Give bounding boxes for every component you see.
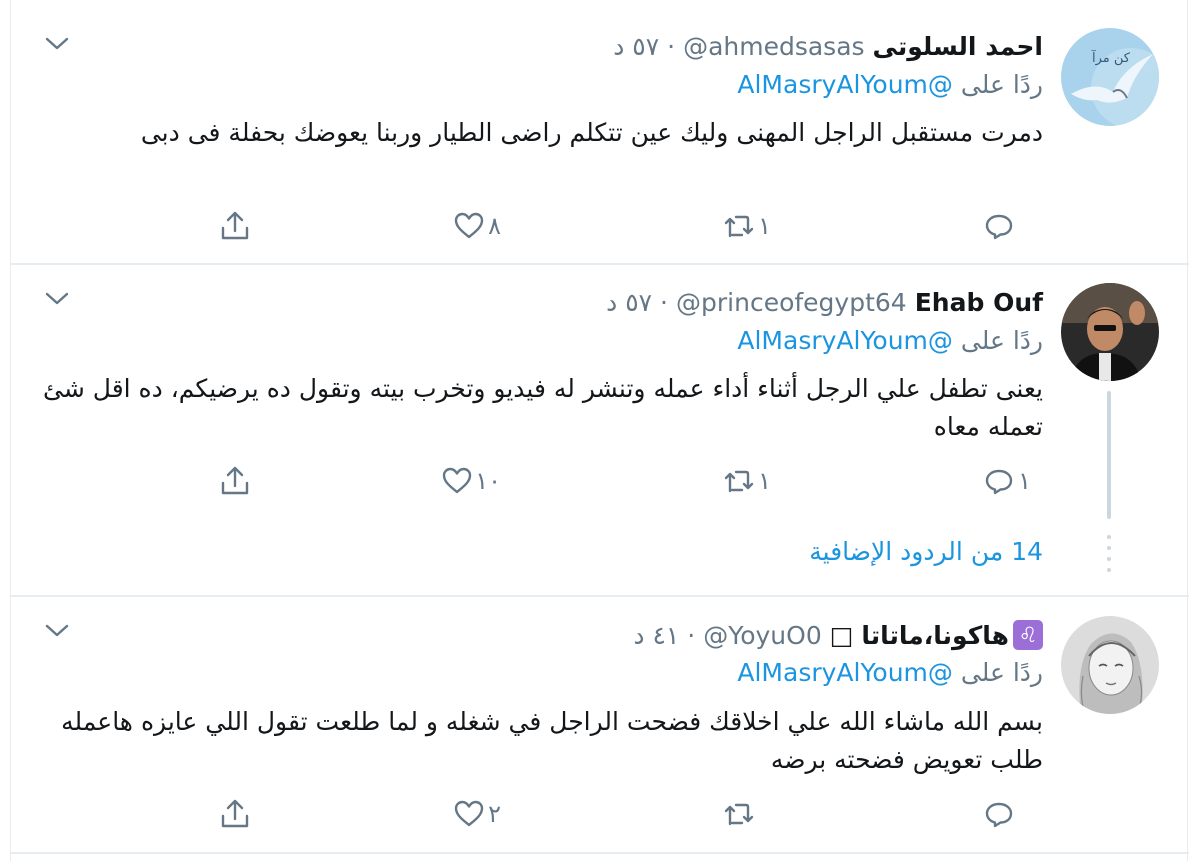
share-icon (221, 799, 249, 828)
tweet-text: بسم الله ماشاء الله علي اخلاقك فضحت الرا… (61, 707, 1043, 774)
avatar[interactable]: كن مرآ (1061, 28, 1159, 126)
reply-prefix: ردًا على (960, 70, 1043, 99)
share-button[interactable] (217, 461, 253, 501)
caret-down-icon[interactable] (41, 615, 73, 647)
retweet-count: ١ (758, 467, 771, 495)
tweet-header: احمد السلوتى @ahmedsasas · ٥٧ د (613, 26, 1043, 66)
display-name[interactable]: Ehab Ouf (915, 288, 1043, 317)
tweet-header: Ehab Ouf @princeofegypt64 · ٥٧ د (606, 282, 1043, 322)
avatar-logo-text: كن مرآ (1091, 49, 1131, 66)
reply-mention-link[interactable]: @AlMasryAlYoum (737, 326, 953, 355)
tweet-text: يعنى تطفل علي الرجل أثناء أداء عمله وتنش… (43, 374, 1043, 441)
reply-button[interactable] (981, 794, 1043, 834)
display-name[interactable]: هاكونا،ماتاتا (861, 621, 1009, 650)
retweet-button[interactable]: ١ (721, 206, 783, 246)
action-bar: ٢ (183, 794, 1043, 834)
retweet-count: ١ (758, 212, 771, 240)
reply-icon (985, 469, 1013, 495)
like-icon (443, 467, 472, 494)
like-count: ١٠ (475, 467, 501, 495)
reply-mention-link[interactable]: @AlMasryAlYoum (737, 70, 953, 99)
avatar[interactable] (1061, 616, 1159, 714)
share-button[interactable] (217, 206, 253, 246)
reply-prefix: ردًا على (960, 658, 1043, 687)
tweet-3[interactable]: ♌ هاكونا،ماتاتا □ @YoyuO0 · ٤١ د ردًا عل… (11, 597, 1189, 861)
reply-count: ١ (1018, 467, 1031, 495)
reply-prefix: ردًا على (960, 326, 1043, 355)
avatar-sketch-image (1061, 616, 1159, 714)
reply-icon (985, 802, 1013, 828)
timestamp[interactable]: · ٤١ د (633, 621, 695, 650)
share-icon (221, 466, 249, 495)
caret-down-icon[interactable] (41, 283, 73, 315)
timestamp[interactable]: · ٥٧ د (606, 288, 668, 317)
reply-mention-link[interactable]: @AlMasryAlYoum (737, 658, 953, 687)
reply-button[interactable] (981, 206, 1043, 246)
like-icon (454, 800, 484, 827)
thread-dots (1107, 535, 1111, 579)
replying-to: ردًا على @AlMasryAlYoum (737, 658, 1043, 696)
display-name[interactable]: احمد السلوتى (873, 32, 1043, 61)
retweet-button[interactable]: ١ (721, 461, 783, 501)
like-count: ٨ (488, 212, 501, 240)
share-icon (221, 211, 249, 240)
retweet-icon (724, 470, 754, 493)
reply-icon (985, 214, 1013, 240)
like-icon (454, 212, 484, 239)
handle[interactable]: @princeofegypt64 (676, 288, 907, 317)
caret-down-icon[interactable] (41, 28, 73, 60)
tweet-1[interactable]: كن مرآ احمد السلوتى @ahmedsasas · ٥٧ د ر… (11, 0, 1189, 264)
reply-button[interactable]: ١ (981, 461, 1043, 501)
replying-to: ردًا على @AlMasryAlYoum (737, 70, 1043, 108)
like-button[interactable]: ١٠ (439, 461, 513, 501)
thread-line (1107, 391, 1111, 519)
timeline: كن مرآ احمد السلوتى @ahmedsasas · ٥٧ د ر… (10, 0, 1189, 861)
tweet-2[interactable]: Ehab Ouf @princeofegypt64 · ٥٧ د ردًا عل… (11, 265, 1189, 595)
replying-to: ردًا على @AlMasryAlYoum (737, 326, 1043, 364)
avatar-photo (1061, 283, 1159, 381)
handle[interactable]: @ahmedsasas (683, 32, 864, 61)
more-replies-link[interactable]: 14 من الردود الإضافية (809, 537, 1043, 566)
action-bar: ١ ١ ١٠ (183, 461, 1043, 501)
like-button[interactable]: ٨ (451, 206, 513, 246)
tweet-text: دمرت مستقبل الراجل المهنى وليك عين تتكلم… (140, 118, 1043, 147)
like-button[interactable]: ٢ (451, 794, 513, 834)
display-name-emoji: ♌ (1013, 620, 1043, 650)
action-bar: ١ ٨ (183, 206, 1043, 246)
avatar[interactable] (1061, 283, 1159, 381)
display-name-suffix: □ (829, 620, 854, 650)
tweet-header: ♌ هاكونا،ماتاتا □ @YoyuO0 · ٤١ د (633, 615, 1043, 655)
retweet-icon (724, 215, 754, 238)
handle[interactable]: @YoyuO0 (703, 621, 821, 650)
share-button[interactable] (217, 794, 253, 834)
tweet-divider (11, 852, 1189, 854)
retweet-button[interactable] (721, 794, 783, 834)
retweet-icon (724, 803, 754, 826)
like-count: ٢ (488, 800, 501, 828)
avatar-seagull-image: كن مرآ (1061, 28, 1159, 126)
timestamp[interactable]: · ٥٧ د (613, 32, 675, 61)
